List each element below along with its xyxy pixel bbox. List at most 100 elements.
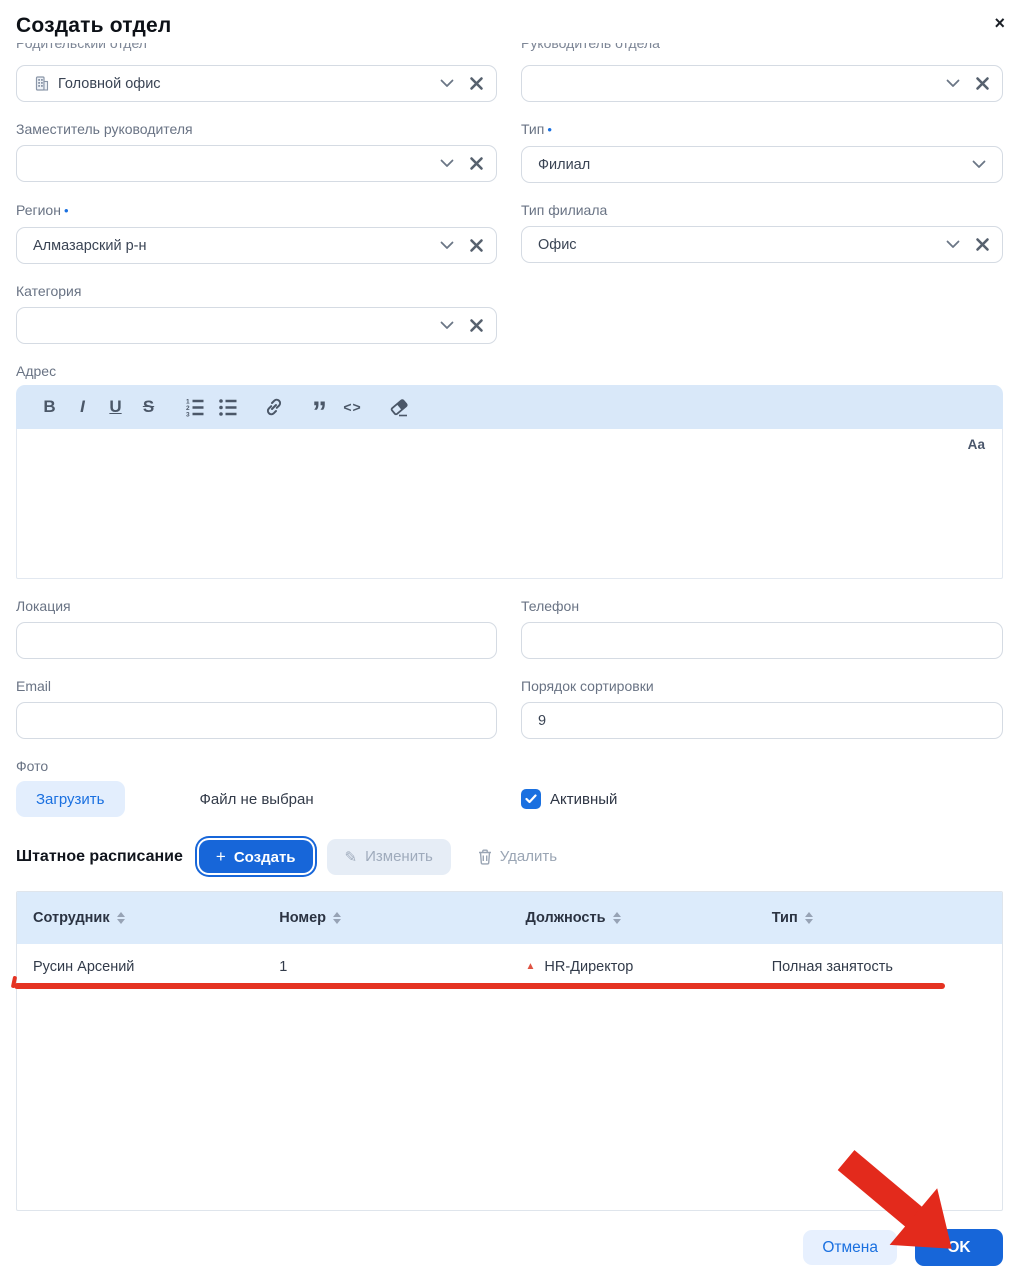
annotation-underline (14, 983, 945, 989)
phone-label: Телефон (521, 599, 1003, 613)
sort-icon (117, 912, 125, 924)
deputy-select[interactable] (16, 145, 497, 182)
upload-button[interactable]: Загрузить (16, 781, 125, 817)
clear-icon[interactable] (975, 237, 990, 252)
type-label: Тип (521, 121, 544, 137)
branch-type-select[interactable]: Офис (521, 226, 1003, 263)
ordered-list-icon[interactable]: 1 2 3 (181, 394, 208, 421)
chevron-down-icon[interactable] (440, 79, 454, 88)
parent-department-label: Родительский отдел (16, 43, 497, 50)
table-header-row: Сотрудник Номер Должность Тип (17, 892, 1002, 944)
strikethrough-icon[interactable]: S (135, 394, 162, 421)
code-icon[interactable]: <> (339, 394, 366, 421)
address-label: Адрес (16, 364, 1003, 378)
chevron-down-icon[interactable] (946, 240, 960, 249)
modal-header: Создать отдел × (0, 0, 1019, 38)
category-select[interactable] (16, 307, 497, 344)
field-branch-type: Тип филиала Офис (521, 203, 1003, 264)
column-header-position[interactable]: Должность (510, 910, 756, 926)
column-header-type[interactable]: Тип (756, 910, 1002, 926)
email-input[interactable] (16, 702, 497, 739)
cell-type: Полная занятость (756, 959, 1002, 975)
parent-department-select[interactable]: Головной офис (16, 65, 497, 102)
branch-type-label: Тип филиала (521, 203, 1003, 217)
head-select[interactable] (521, 65, 1003, 102)
clear-icon[interactable] (975, 76, 990, 91)
field-parent-department: Родительский отдел Головной офис (16, 43, 497, 102)
sort-order-label: Порядок сортировки (521, 679, 1003, 693)
sort-order-input[interactable] (521, 702, 1003, 739)
page-title: Создать отдел (16, 14, 1003, 38)
clear-icon[interactable] (469, 156, 484, 171)
type-select[interactable]: Филиал (521, 146, 1003, 183)
unordered-list-icon[interactable] (214, 394, 241, 421)
trash-icon (478, 849, 492, 865)
field-address: Адрес B I U S 1 2 3 (16, 364, 1003, 579)
field-head: Руководитель отдела (521, 43, 1003, 102)
location-input[interactable] (16, 622, 497, 659)
cell-employee: Русин Арсений (17, 959, 263, 975)
region-select[interactable]: Алмазарский р-н (16, 227, 497, 264)
phone-input[interactable] (521, 622, 1003, 659)
cell-number: 1 (263, 959, 509, 975)
sort-icon (333, 912, 341, 924)
column-header-employee[interactable]: Сотрудник (17, 910, 263, 926)
spacer-cell (521, 284, 1003, 344)
create-button[interactable]: +Создать (199, 840, 313, 873)
active-label: Активный (550, 791, 617, 808)
modal-footer: Отмена OK (0, 1229, 1019, 1266)
column-header-number[interactable]: Номер (263, 910, 509, 926)
form-grid: Родительский отдел Головной офис (0, 43, 1019, 817)
clear-icon[interactable] (469, 238, 484, 253)
type-value: Филиал (538, 157, 590, 173)
region-value: Алмазарский р-н (33, 238, 147, 254)
staffing-header: Штатное расписание +Создать ✎Изменить Уд… (0, 838, 1019, 875)
address-textarea[interactable]: Аа (16, 429, 1003, 579)
photo-label: Фото (16, 759, 497, 773)
field-active: Активный (521, 759, 1003, 817)
field-sort-order: Порядок сортировки (521, 679, 1003, 739)
chevron-down-icon[interactable] (946, 79, 960, 88)
bold-icon[interactable]: B (36, 394, 63, 421)
clear-icon[interactable] (469, 318, 484, 333)
delete-button[interactable]: Удалить (468, 839, 567, 875)
blockquote-icon[interactable]: ” (306, 394, 333, 421)
underline-icon[interactable]: U (102, 394, 129, 421)
chevron-down-icon[interactable] (440, 321, 454, 330)
address-editor: B I U S 1 2 3 (16, 385, 1003, 579)
field-type: Тип• Филиал (521, 122, 1003, 183)
close-icon[interactable]: × (994, 14, 1005, 32)
svg-text:3: 3 (186, 412, 190, 419)
editor-toolbar: B I U S 1 2 3 (16, 385, 1003, 429)
pencil-icon: ✎ (345, 848, 358, 866)
field-region: Регион• Алмазарский р-н (16, 203, 497, 264)
eraser-icon[interactable] (385, 394, 412, 421)
field-category: Категория (16, 284, 497, 344)
parent-department-value: Головной офис (58, 76, 161, 92)
cell-position: ▲ HR-Директор (510, 959, 756, 975)
chevron-down-icon[interactable] (440, 159, 454, 168)
plus-icon: + (216, 847, 226, 866)
building-icon (33, 75, 50, 92)
file-status-text: Файл не выбран (200, 791, 314, 808)
field-location: Локация (16, 599, 497, 659)
position-marker-icon: ▲ (526, 961, 536, 972)
chevron-down-icon[interactable] (972, 160, 986, 169)
font-size-toggle[interactable]: Аа (968, 437, 985, 452)
field-photo: Фото Загрузить Файл не выбран (16, 759, 497, 817)
head-label: Руководитель отдела (521, 43, 1003, 50)
field-phone: Телефон (521, 599, 1003, 659)
field-deputy: Заместитель руководителя (16, 122, 497, 183)
clear-icon[interactable] (469, 76, 484, 91)
edit-button[interactable]: ✎Изменить (327, 839, 451, 875)
deputy-label: Заместитель руководителя (16, 122, 497, 136)
active-checkbox[interactable] (521, 789, 541, 809)
category-label: Категория (16, 284, 497, 298)
link-icon[interactable] (260, 394, 287, 421)
chevron-down-icon[interactable] (440, 241, 454, 250)
region-label: Регион (16, 202, 61, 218)
email-label: Email (16, 679, 497, 693)
check-icon (525, 794, 537, 804)
italic-icon[interactable]: I (69, 394, 96, 421)
sort-icon (805, 912, 813, 924)
